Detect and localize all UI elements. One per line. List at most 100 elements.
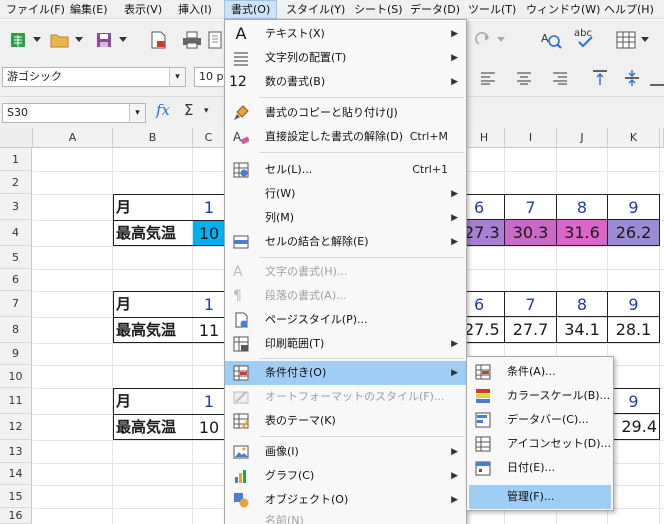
table2-k-month[interactable]: 9 (608, 291, 660, 317)
row-header[interactable]: 13 (0, 440, 32, 463)
row-header[interactable]: 11 (0, 388, 32, 414)
table2-h-month[interactable]: 6 (464, 291, 505, 317)
submenu-item-date[interactable]: 日付(E)... (467, 456, 613, 480)
column-header-i[interactable]: I (505, 128, 557, 148)
table1-temp-label[interactable]: 最高気温 (113, 220, 193, 246)
sum-icon[interactable]: Σ (184, 101, 193, 119)
chevron-down-icon[interactable] (30, 28, 44, 52)
table1-month-label[interactable]: 月 (113, 194, 193, 220)
menu-item-columns[interactable]: 列(M) ▶ (225, 206, 466, 230)
menu-item-alignment[interactable]: 文字列の配置(T) ▶ (225, 46, 466, 70)
row-header[interactable]: 12 (0, 414, 32, 440)
chevron-down-icon[interactable]: ▾ (169, 68, 185, 86)
row-header[interactable]: 4 (0, 220, 32, 246)
menu-item-conditional[interactable]: 条件付き(O) ▶ (225, 361, 466, 385)
menu-item-image[interactable]: 画像(I) ▶ (225, 440, 466, 464)
table3-c-temp[interactable]: 10 (193, 414, 225, 440)
row-header[interactable]: 5 (0, 246, 32, 269)
chevron-down-icon[interactable]: ▾ (204, 106, 209, 116)
column-header-b[interactable]: B (113, 128, 193, 148)
name-box[interactable]: S30 ▾ (2, 103, 146, 123)
column-header-k[interactable]: K (608, 128, 660, 148)
chevron-down-icon[interactable]: ▾ (129, 104, 145, 122)
menu-item-merge-cells[interactable]: セルの結合と解除(E) ▶ (225, 230, 466, 254)
table1-c-temp[interactable]: 10 (193, 220, 225, 246)
table1-k-temp[interactable]: 26.2 (608, 220, 660, 246)
menu-item-print-ranges[interactable]: 印刷範囲(T) ▶ (225, 332, 466, 356)
menu-item-character[interactable]: A 文字の書式(H)... (225, 260, 466, 284)
column-header-j[interactable]: J (557, 128, 608, 148)
row-header[interactable]: 3 (0, 194, 32, 220)
menu-tools[interactable]: ツール(T) (462, 0, 522, 19)
table2-c-temp[interactable]: 11 (193, 317, 225, 343)
table3-temp-label[interactable]: 最高気温 (113, 414, 193, 440)
open-folder-icon[interactable] (48, 28, 72, 52)
align-middle-icon[interactable] (620, 66, 644, 90)
row-header[interactable]: 15 (0, 485, 32, 508)
print-icon[interactable] (180, 28, 204, 52)
align-bottom-icon[interactable] (650, 66, 664, 90)
menu-item-paragraph[interactable]: ¶ 段落の書式(A)... (225, 284, 466, 308)
menu-file[interactable]: ファイル(F) (0, 0, 71, 19)
row-header[interactable]: 10 (0, 365, 32, 388)
find-replace-icon[interactable]: A (540, 28, 564, 52)
spellcheck-icon[interactable]: abc (572, 26, 600, 50)
chevron-down-icon[interactable] (116, 28, 130, 52)
table1-k-month[interactable]: 9 (608, 194, 660, 220)
align-left-icon[interactable] (476, 66, 500, 90)
column-header-h[interactable]: H (464, 128, 505, 148)
menu-item-table-theme[interactable]: 表のテーマ(K) (225, 409, 466, 433)
row-header[interactable]: 1 (0, 148, 32, 171)
table1-i-temp[interactable]: 30.3 (505, 220, 557, 246)
menu-item-page-style[interactable]: ページスタイル(P)... (225, 308, 466, 332)
table2-j-month[interactable]: 8 (557, 291, 608, 317)
table1-j-temp[interactable]: 31.6 (557, 220, 608, 246)
table2-k-temp[interactable]: 28.1 (608, 317, 660, 343)
align-top-icon[interactable] (588, 66, 612, 90)
menu-insert[interactable]: 挿入(I) (172, 0, 218, 19)
chevron-down-icon[interactable] (638, 28, 652, 52)
submenu-item-icon-set[interactable]: アイコンセット(D)... (467, 432, 613, 456)
menu-item-object[interactable]: オブジェクト(O) ▶ (225, 488, 466, 512)
align-center-icon[interactable] (512, 66, 536, 90)
menu-item-number-format[interactable]: 12 数の書式(B) ▶ (225, 70, 466, 94)
row-header[interactable]: 16 (0, 508, 32, 524)
menu-styles[interactable]: スタイル(Y) (280, 0, 351, 19)
submenu-item-color-scale[interactable]: カラースケール(B)... (467, 384, 613, 408)
table3-k-temp[interactable]: 29.4 (608, 414, 660, 440)
row-header[interactable]: 14 (0, 463, 32, 485)
table2-c-month[interactable]: 1 (193, 291, 225, 317)
select-all-corner[interactable] (0, 128, 33, 148)
table2-month-label[interactable]: 月 (113, 291, 193, 317)
menu-data[interactable]: データ(D) (404, 0, 466, 19)
table2-h-temp[interactable]: 27.5 (464, 317, 505, 343)
menu-sheet[interactable]: シート(S) (348, 0, 409, 19)
row-header[interactable]: 2 (0, 171, 32, 194)
menu-help[interactable]: ヘルプ(H) (598, 0, 660, 19)
menu-item-rows[interactable]: 行(W) ▶ (225, 182, 466, 206)
table3-month-label[interactable]: 月 (113, 388, 193, 414)
new-spreadsheet-icon[interactable] (6, 28, 30, 52)
menu-item-text[interactable]: A テキスト(X) ▶ (225, 22, 466, 46)
column-header-a[interactable]: A (33, 128, 113, 148)
row-header[interactable]: 8 (0, 317, 32, 343)
table1-h-temp[interactable]: 27.3 (464, 220, 505, 246)
menu-item-name[interactable]: 名前(N) (225, 512, 466, 524)
menu-window[interactable]: ウィンドウ(W) (520, 0, 606, 19)
table2-i-temp[interactable]: 27.7 (505, 317, 557, 343)
chevron-down-icon[interactable] (72, 28, 86, 52)
row-header[interactable]: 9 (0, 343, 32, 365)
submenu-item-condition[interactable]: 条件(A)... (467, 360, 613, 384)
menu-view[interactable]: 表示(V) (118, 0, 168, 19)
table-grid-icon[interactable] (614, 28, 638, 52)
save-icon[interactable] (92, 28, 116, 52)
table2-i-month[interactable]: 7 (505, 291, 557, 317)
menu-item-cells[interactable]: セル(L)... Ctrl+1 (225, 158, 466, 182)
align-right-icon[interactable] (548, 66, 572, 90)
table3-k-month[interactable]: 9 (608, 388, 660, 414)
redo-icon[interactable] (472, 28, 496, 52)
table1-c-month[interactable]: 1 (193, 194, 225, 220)
table1-h-month[interactable]: 6 (464, 194, 505, 220)
column-header-c[interactable]: C (193, 128, 225, 148)
table1-i-month[interactable]: 7 (505, 194, 557, 220)
